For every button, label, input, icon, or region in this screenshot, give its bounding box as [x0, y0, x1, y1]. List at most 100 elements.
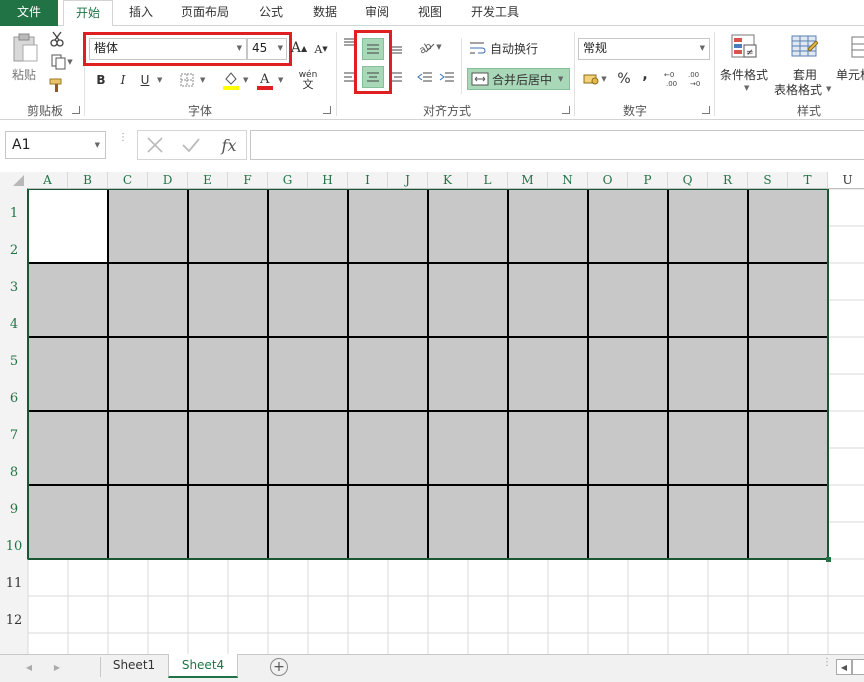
column-header[interactable]: D: [148, 172, 188, 189]
tab-home[interactable]: 开始: [63, 0, 113, 27]
column-header[interactable]: L: [468, 172, 508, 189]
horizontal-scrollbar[interactable]: [852, 659, 864, 675]
chevron-down-icon[interactable]: ▼: [157, 76, 162, 84]
hscroll-left-icon[interactable]: ◀: [836, 659, 852, 675]
row-header[interactable]: 7: [0, 428, 28, 446]
increase-decimal-button[interactable]: ←0.00: [664, 69, 684, 89]
tab-view[interactable]: 视图: [407, 0, 453, 26]
cancel-icon[interactable]: [144, 134, 166, 156]
active-cell[interactable]: [28, 189, 108, 263]
font-launcher-icon[interactable]: [323, 106, 331, 114]
column-header[interactable]: I: [348, 172, 388, 189]
insert-function-icon[interactable]: fx: [215, 132, 243, 158]
column-header[interactable]: R: [708, 172, 748, 189]
tab-data[interactable]: 数据: [302, 0, 348, 26]
svg-text:←0: ←0: [664, 71, 674, 79]
clipboard-launcher-icon[interactable]: [72, 106, 80, 114]
copy-button[interactable]: ▼: [47, 53, 77, 71]
tab-review[interactable]: 审阅: [354, 0, 400, 26]
currency-button[interactable]: ▼: [580, 70, 610, 88]
merge-center-button[interactable]: 合并后居中 ▼: [467, 68, 570, 90]
sheet-tab-sheet1[interactable]: Sheet1: [102, 654, 166, 678]
format-as-table-button[interactable]: [788, 32, 820, 62]
cell-styles-button[interactable]: [848, 32, 864, 62]
cut-button[interactable]: [47, 30, 67, 48]
sheet-tab-sheet4[interactable]: Sheet4: [168, 654, 238, 678]
row-header[interactable]: 10: [0, 539, 28, 557]
row-header[interactable]: 6: [0, 391, 28, 409]
column-header[interactable]: Q: [668, 172, 708, 189]
worksheet-grid[interactable]: ABCDEFGHIJKLMNOPQRSTU 1 2 3 4 5 6 7 8 9 10 11 12: [0, 172, 864, 654]
column-header[interactable]: K: [428, 172, 468, 189]
bold-button[interactable]: B: [93, 71, 109, 89]
conditional-format-button[interactable]: ≠: [728, 32, 760, 62]
row-header[interactable]: 1: [0, 206, 28, 224]
phonetic-button[interactable]: wén 文: [297, 69, 319, 91]
tab-insert[interactable]: 插入: [118, 0, 164, 26]
fill-color-button[interactable]: [222, 69, 240, 91]
chevron-down-icon[interactable]: ▼: [826, 85, 831, 93]
chevron-down-icon[interactable]: ▼: [200, 76, 205, 84]
format-painter-button[interactable]: [47, 76, 67, 94]
italic-button[interactable]: I: [115, 71, 131, 89]
tab-developer[interactable]: 开发工具: [460, 0, 530, 26]
column-header[interactable]: C: [108, 172, 148, 189]
row-header[interactable]: 12: [0, 613, 28, 631]
scroll-right-icon[interactable]: ▶: [50, 660, 64, 674]
row-header[interactable]: 8: [0, 465, 28, 483]
border-button[interactable]: [178, 71, 196, 89]
column-header[interactable]: M: [508, 172, 548, 189]
column-header[interactable]: N: [548, 172, 588, 189]
decrease-indent-button[interactable]: [416, 70, 434, 84]
font-color-button[interactable]: A: [256, 69, 274, 91]
number-format-box[interactable]: 常规 ▼: [578, 38, 710, 60]
column-header[interactable]: B: [68, 172, 108, 189]
comma-button[interactable]: ,: [638, 66, 652, 84]
chevron-down-icon[interactable]: ▼: [744, 84, 749, 92]
column-header[interactable]: O: [588, 172, 628, 189]
add-sheet-button[interactable]: +: [270, 658, 288, 676]
column-header[interactable]: T: [788, 172, 828, 189]
column-header[interactable]: E: [188, 172, 228, 189]
row-header[interactable]: 9: [0, 502, 28, 520]
column-header[interactable]: U: [828, 172, 864, 189]
column-header[interactable]: J: [388, 172, 428, 189]
percent-button[interactable]: %: [615, 70, 633, 88]
chevron-down-icon[interactable]: ▼: [278, 76, 283, 84]
orientation-button[interactable]: ab ▼: [416, 38, 444, 56]
row-header[interactable]: 5: [0, 354, 28, 372]
column-header[interactable]: A: [28, 172, 68, 189]
formula-input[interactable]: [250, 130, 864, 160]
tab-page-layout[interactable]: 页面布局: [170, 0, 240, 26]
row-header[interactable]: 3: [0, 280, 28, 298]
paste-button[interactable]: [10, 32, 40, 64]
column-header[interactable]: S: [748, 172, 788, 189]
underline-button[interactable]: U: [137, 71, 153, 89]
column-header[interactable]: F: [228, 172, 268, 189]
row-header[interactable]: 4: [0, 317, 28, 335]
increase-font-icon[interactable]: A ▲: [291, 38, 307, 58]
enter-icon[interactable]: [180, 134, 202, 156]
decrease-font-icon[interactable]: A ▼: [313, 40, 329, 58]
number-launcher-icon[interactable]: [702, 106, 710, 114]
formula-bar-grip-icon[interactable]: ⋮: [118, 133, 128, 156]
paste-label: 粘贴: [12, 68, 37, 82]
splitter-grip-icon[interactable]: ⋮: [822, 658, 832, 674]
increase-indent-button[interactable]: [438, 70, 456, 84]
decrease-decimal-button[interactable]: .00 →0: [688, 69, 708, 89]
wrap-text-button[interactable]: 自动换行: [469, 38, 541, 58]
column-header[interactable]: P: [628, 172, 668, 189]
scroll-left-icon[interactable]: ◀: [22, 660, 36, 674]
row-header[interactable]: 11: [0, 576, 28, 594]
fill-handle[interactable]: [826, 557, 831, 562]
chevron-down-icon[interactable]: ▼: [243, 76, 248, 84]
cell-styles-icon: [851, 36, 864, 58]
tab-file[interactable]: 文件: [0, 0, 58, 26]
row-header[interactable]: 2: [0, 243, 28, 261]
column-header[interactable]: G: [268, 172, 308, 189]
format-as-table-label-2: 表格格式: [774, 83, 823, 97]
tab-formulas[interactable]: 公式: [248, 0, 294, 26]
alignment-launcher-icon[interactable]: [562, 106, 570, 114]
name-box[interactable]: A1 ▼: [5, 131, 106, 159]
column-header[interactable]: H: [308, 172, 348, 189]
